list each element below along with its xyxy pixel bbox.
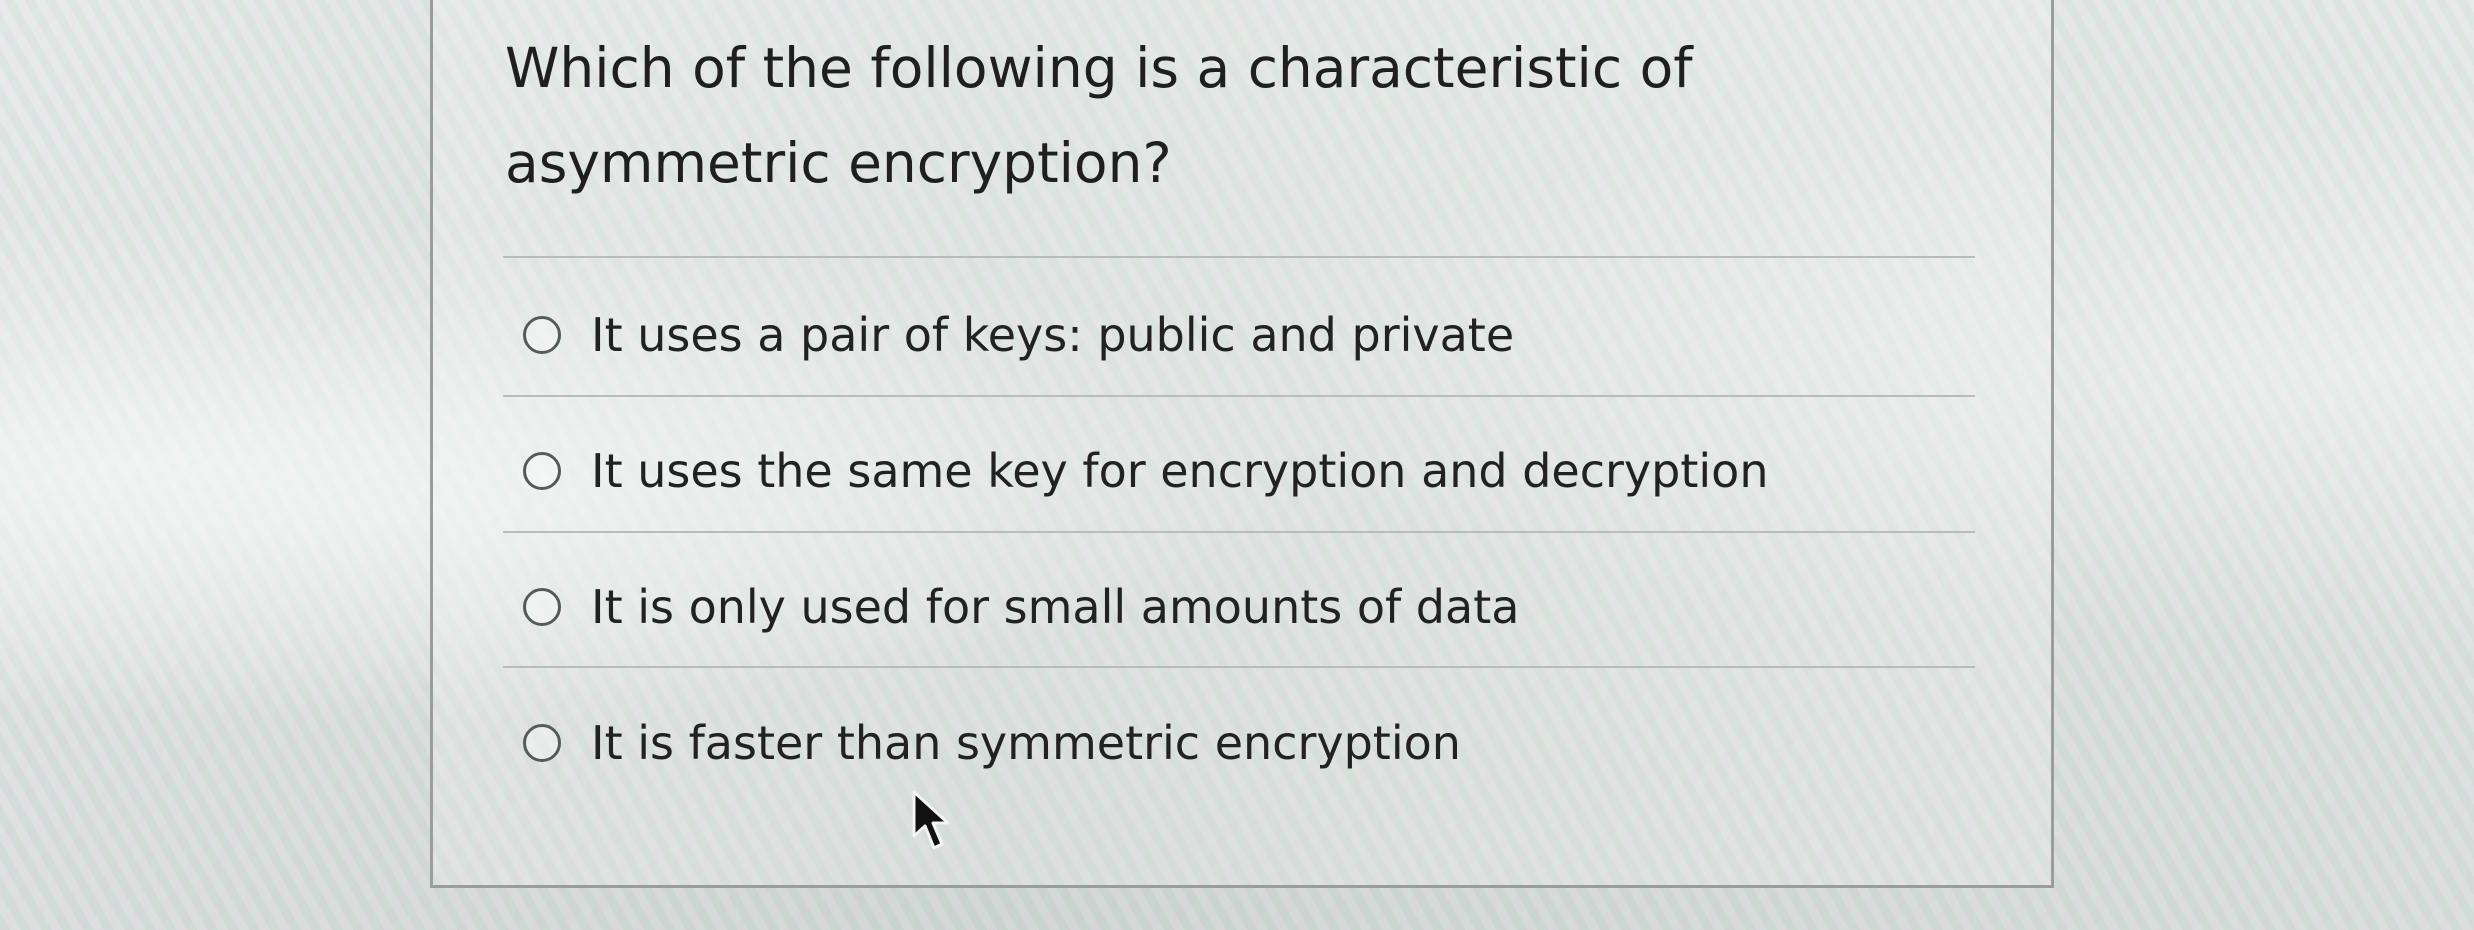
divider <box>503 666 1975 668</box>
option-label: It is faster than symmetric encryption <box>591 716 1461 770</box>
answer-option-3[interactable]: It is only used for small amounts of dat… <box>523 571 1963 643</box>
question-card: Which of the following is a characterist… <box>430 0 2054 888</box>
option-label: It is only used for small amounts of dat… <box>591 580 1520 634</box>
radio-unchecked-icon[interactable] <box>523 724 561 762</box>
radio-unchecked-icon[interactable] <box>523 588 561 626</box>
mouse-pointer-icon <box>912 790 950 850</box>
option-label: It uses the same key for encryption and … <box>591 444 1769 498</box>
answer-option-4[interactable]: It is faster than symmetric encryption <box>523 707 1963 779</box>
answer-option-2[interactable]: It uses the same key for encryption and … <box>523 435 1963 507</box>
divider <box>503 531 1975 533</box>
divider <box>503 395 1975 397</box>
question-text: Which of the following is a characterist… <box>505 36 1693 195</box>
answer-option-1[interactable]: It uses a pair of keys: public and priva… <box>523 299 1963 371</box>
option-label: It uses a pair of keys: public and priva… <box>591 308 1515 362</box>
radio-unchecked-icon[interactable] <box>523 316 561 354</box>
divider <box>503 256 1975 258</box>
radio-unchecked-icon[interactable] <box>523 452 561 490</box>
